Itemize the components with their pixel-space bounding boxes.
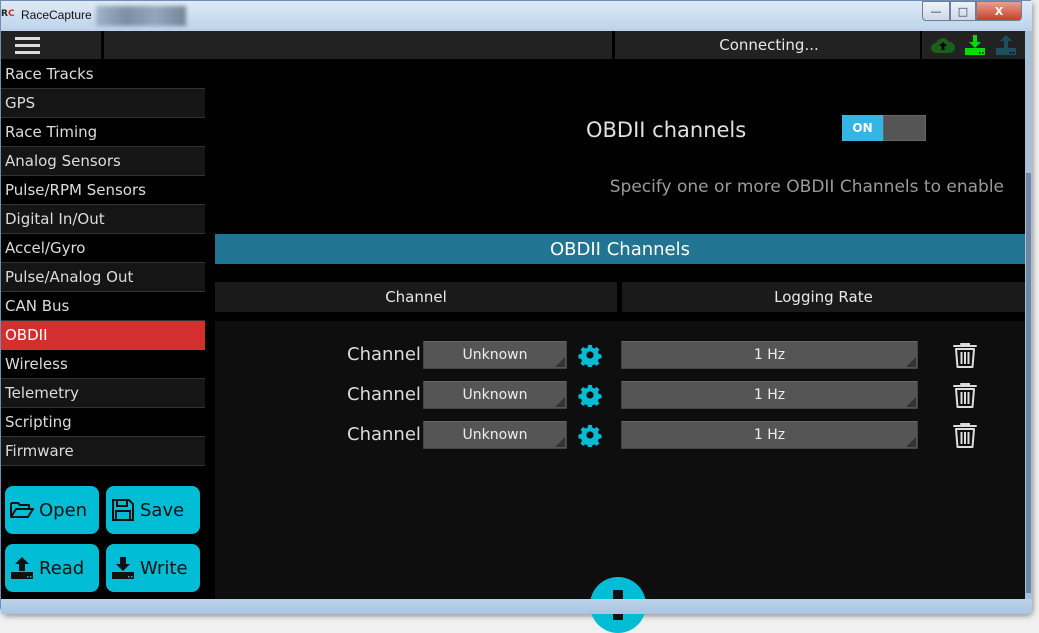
app-window: RC RaceCapture — □ X Connecting... Race … [0, 0, 1032, 633]
scrollbar-thumb[interactable] [1026, 173, 1031, 593]
gear-icon[interactable] [578, 383, 602, 409]
hamburger-icon [15, 36, 40, 40]
column-header-logging-rate: Logging Rate [622, 282, 1025, 312]
sidebar-item-can-bus[interactable]: CAN Bus [1, 292, 205, 321]
download-icon[interactable] [963, 34, 987, 56]
open-label: Open [39, 499, 88, 521]
sidebar-item-pulse-analog-out[interactable]: Pulse/Analog Out [1, 263, 205, 292]
sidebar-item-obdii[interactable]: OBDII [1, 321, 205, 350]
channel-label: Channel [347, 424, 421, 445]
maximize-button[interactable]: □ [950, 1, 976, 21]
sidebar-item-scripting[interactable]: Scripting [1, 408, 205, 437]
channel-label: Channel [347, 344, 421, 365]
toggle-knob [883, 115, 926, 141]
write-label: Write [140, 557, 188, 579]
sidebar-item-firmware[interactable]: Firmware [1, 437, 205, 466]
window-bottom-border [1, 599, 1032, 614]
sidebar-item-race-timing[interactable]: Race Timing [1, 118, 205, 147]
minimize-icon: — [930, 4, 942, 18]
channel-row: Channel Unknown 1 Hz [215, 421, 1025, 451]
obdii-enable-toggle[interactable]: ON [842, 115, 926, 141]
gear-icon[interactable] [578, 343, 602, 369]
cloud-upload-icon[interactable] [930, 34, 956, 56]
obdii-title: OBDII channels [586, 118, 747, 142]
floppy-icon [112, 499, 134, 521]
toggle-on-label: ON [842, 115, 883, 141]
section-header: OBDII Channels [215, 234, 1025, 264]
top-bar-spacer [104, 31, 612, 59]
read-label: Read [39, 557, 85, 579]
minimize-button[interactable]: — [922, 1, 950, 21]
channel-row: Channel Unknown 1 Hz [215, 381, 1025, 411]
channel-row: Channel Unknown 1 Hz [215, 341, 1025, 371]
sidebar-item-telemetry[interactable]: Telemetry [1, 379, 205, 408]
sidebar-item-accel-gyro[interactable]: Accel/Gyro [1, 234, 205, 263]
sidebar-item-pulse-rpm-sensors[interactable]: Pulse/RPM Sensors [1, 176, 205, 205]
connection-status: Connecting... [615, 31, 920, 59]
folder-open-icon [10, 502, 34, 518]
gear-icon[interactable] [578, 423, 602, 449]
obdii-panel: OBDII channels ON Specify one or more OB… [215, 60, 1025, 633]
channel-select[interactable]: Unknown [423, 381, 567, 409]
window-controls: — □ X [922, 1, 1022, 21]
channel-list: Channel Unknown 1 Hz Channel Unknown 1 Hz Chan… [215, 321, 1025, 599]
sidebar-item-race-tracks[interactable]: Race Tracks [1, 60, 205, 89]
column-header-channel: Channel [215, 282, 617, 312]
top-bar-icons [922, 31, 1025, 59]
channel-select[interactable]: Unknown [423, 341, 567, 369]
obdii-hint: Specify one or more OBDII Channels to en… [609, 177, 1004, 197]
maximize-icon: □ [957, 4, 969, 18]
sidebar-item-analog-sensors[interactable]: Analog Sensors [1, 147, 205, 176]
logging-rate-select[interactable]: 1 Hz [621, 421, 918, 449]
hamburger-icon [15, 50, 40, 54]
logging-rate-select[interactable]: 1 Hz [621, 341, 918, 369]
close-icon: X [994, 4, 1004, 18]
channel-label: Channel [347, 384, 421, 405]
trash-icon[interactable] [952, 381, 978, 409]
window-title: RaceCapture [21, 8, 92, 22]
trash-icon[interactable] [952, 341, 978, 369]
title-bar: RC RaceCapture — □ X [1, 1, 1032, 31]
sidebar-item-wireless[interactable]: Wireless [1, 350, 205, 379]
upload-icon[interactable] [994, 34, 1018, 56]
sidebar-item-gps[interactable]: GPS [1, 89, 205, 118]
open-button[interactable]: Open [5, 486, 99, 534]
sidebar-item-digital-in-out[interactable]: Digital In/Out [1, 205, 205, 234]
hamburger-icon [15, 43, 40, 47]
sidebar-nav: Race Tracks GPS Race Timing Analog Sensors P… [1, 60, 205, 466]
logging-rate-select[interactable]: 1 Hz [621, 381, 918, 409]
trash-icon[interactable] [952, 421, 978, 449]
read-button[interactable]: Read [5, 544, 99, 592]
app-content: Connecting... Race Tracks GPS Race Timin… [1, 31, 1025, 633]
title-blur [96, 6, 186, 26]
write-button[interactable]: Write [106, 544, 200, 592]
download-icon [112, 557, 134, 579]
close-button[interactable]: X [976, 1, 1022, 21]
channel-select[interactable]: Unknown [423, 421, 567, 449]
app-logo-icon: RC [1, 9, 15, 19]
save-button[interactable]: Save [106, 486, 200, 534]
save-label: Save [140, 499, 185, 521]
top-bar: Connecting... [1, 31, 1025, 59]
upload-icon [11, 557, 33, 579]
menu-button[interactable] [1, 31, 101, 59]
